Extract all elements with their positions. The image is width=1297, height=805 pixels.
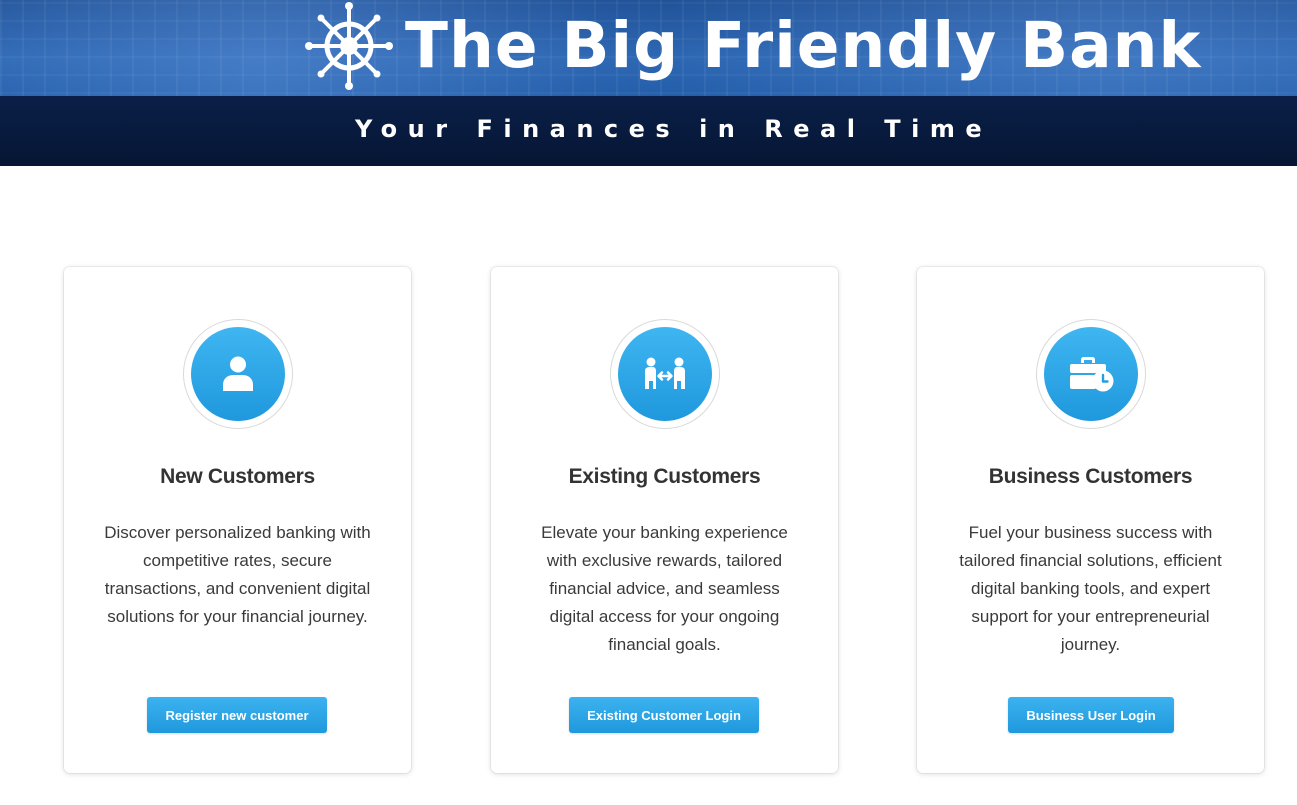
icon-circle xyxy=(191,327,285,421)
business-user-login-button[interactable]: Business User Login xyxy=(1008,697,1174,733)
ship-wheel-icon[interactable] xyxy=(304,2,394,90)
users-exchange-icon xyxy=(645,357,685,389)
card-title: Existing Customers xyxy=(568,465,761,488)
card-description: Elevate your banking experience with exc… xyxy=(541,523,788,654)
icon-ring xyxy=(183,319,293,429)
header-banner: The Big Friendly Bank Your Finances in R… xyxy=(0,0,1297,166)
bank-name: The Big Friendly Bank xyxy=(405,9,1202,82)
icon-ring xyxy=(610,319,720,429)
user-icon xyxy=(223,356,253,391)
register-new-customer-button[interactable]: Register new customer xyxy=(147,697,327,733)
briefcase-clock-icon xyxy=(1070,357,1114,392)
icon-ring xyxy=(1036,319,1146,429)
card-description: Discover personalized banking with compe… xyxy=(104,523,371,626)
existing-customer-login-button[interactable]: Existing Customer Login xyxy=(569,697,759,733)
icon-circle xyxy=(1044,327,1138,421)
card-new-customers: New Customers Discover personalized bank… xyxy=(64,267,411,773)
card-title: Business Customers xyxy=(988,465,1193,488)
card-title: New Customers xyxy=(160,465,315,488)
card-existing-customers: Existing Customers Elevate your banking … xyxy=(491,267,838,773)
icon-circle xyxy=(618,327,712,421)
card-description: Fuel your business success with tailored… xyxy=(959,523,1222,654)
card-business-customers: Business Customers Fuel your business su… xyxy=(917,267,1264,773)
tagline: Your Finances in Real Time xyxy=(355,115,993,143)
